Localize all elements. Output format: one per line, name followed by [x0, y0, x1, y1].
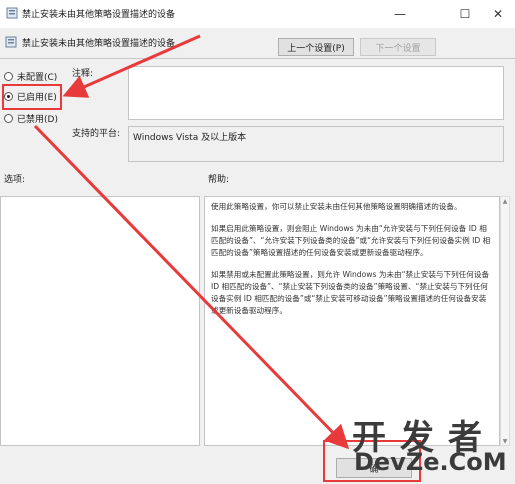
options-pane — [0, 196, 200, 446]
supported-platform-value: Windows Vista 及以上版本 — [128, 126, 504, 162]
radio-circle — [4, 71, 13, 81]
previous-setting-button[interactable]: 上一个设置(P) — [278, 38, 354, 56]
header-divider — [0, 58, 515, 59]
help-scrollbar[interactable] — [500, 196, 510, 446]
help-pane: 使用此策略设置，你可以禁止安装未由任何其他策略设置明确描述的设备。 如果启用此策… — [204, 196, 500, 446]
comment-textarea[interactable] — [128, 66, 504, 120]
policy-name: 禁止安装未由其他策略设置描述的设备 — [22, 39, 176, 49]
radio-not-configured[interactable]: 未配置(C) — [4, 68, 57, 84]
policy-setting-icon — [5, 36, 17, 48]
window-title: 禁止安装未由其他策略设置描述的设备 — [22, 10, 176, 20]
close-button[interactable]: ✕ — [481, 0, 515, 28]
scroll-up-icon[interactable]: ▲ — [500, 196, 510, 206]
maximize-button[interactable]: ☐ — [448, 0, 482, 28]
enabled-highlight-box — [2, 84, 62, 110]
policy-icon — [6, 7, 18, 19]
radio-circle — [4, 113, 13, 123]
radio-disabled[interactable]: 已禁用(D) — [4, 110, 58, 126]
help-paragraph: 使用此策略设置，你可以禁止安装未由任何其他策略设置明确描述的设备。 — [211, 202, 462, 211]
radio-label: 未配置(C) — [17, 72, 58, 83]
comment-label: 注释: — [72, 69, 94, 79]
help-label: 帮助: — [208, 175, 230, 185]
minimize-button[interactable]: — — [383, 0, 417, 28]
options-label: 选项: — [4, 175, 26, 185]
radio-label: 已禁用(D) — [17, 114, 58, 125]
help-paragraph: 如果禁用或未配置此策略设置，则允许 Windows 为未由“禁止安装与下列任何设… — [211, 270, 490, 315]
watermark: 开发者 DevZe.CoM — [352, 410, 512, 484]
next-setting-button[interactable]: 下一个设置 — [360, 38, 436, 56]
help-paragraph: 如果启用此策略设置，则会阻止 Windows 为未由“允许安装与下列任何设备 I… — [211, 224, 491, 257]
supported-platform-label: 支持的平台: — [72, 129, 121, 139]
watermark-en: DevZe.CoM — [354, 448, 507, 476]
